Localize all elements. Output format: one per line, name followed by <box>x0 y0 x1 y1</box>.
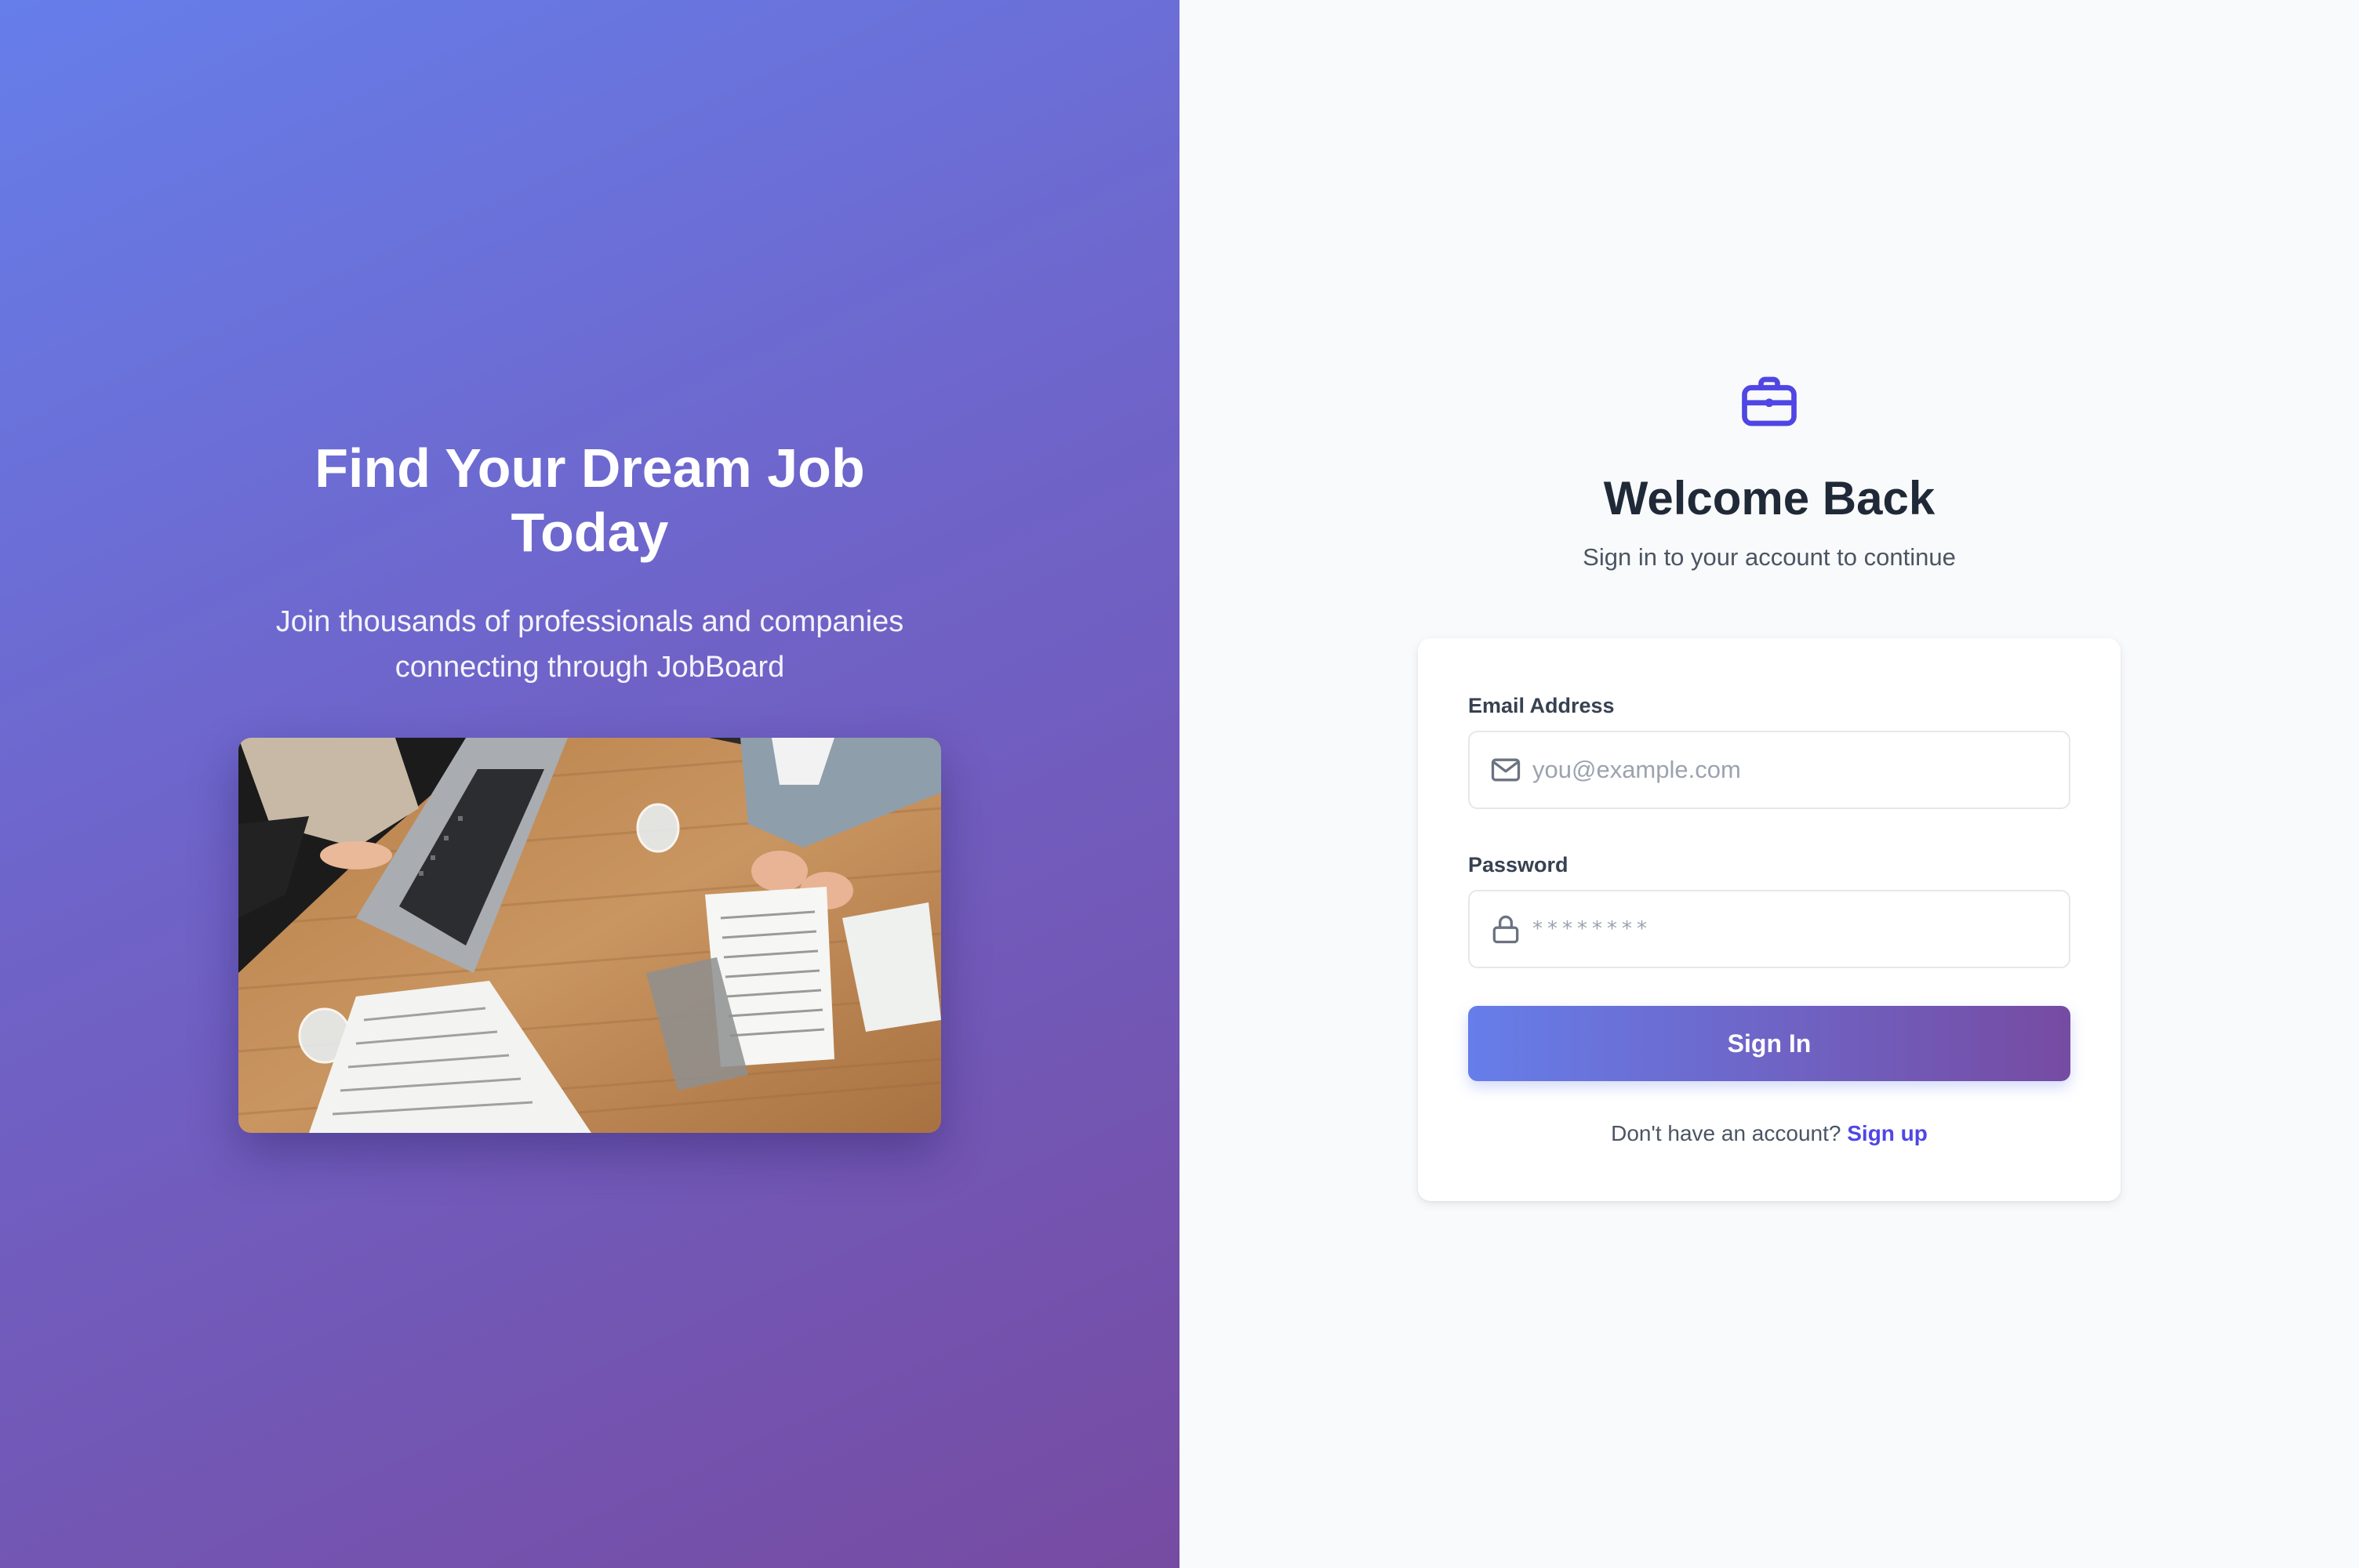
hero-subtitle: Join thousands of professionals and comp… <box>275 605 904 684</box>
login-page: Find Your Dream Job Today Join thousands… <box>0 0 2359 1568</box>
hero-image <box>238 738 941 1133</box>
hero-panel: Find Your Dream Job Today Join thousands… <box>0 0 1180 1568</box>
signup-prompt-text: Don't have an account? <box>1611 1121 1841 1145</box>
email-input[interactable] <box>1532 746 2069 793</box>
sign-up-link[interactable]: Sign up <box>1847 1121 1928 1145</box>
signup-prompt: Don't have an account? Sign up <box>1418 1118 2121 1149</box>
password-placeholder[interactable]: ******** <box>1532 917 1652 941</box>
office-meeting-photo <box>238 738 941 1133</box>
email-label: Email Address <box>1468 694 1615 717</box>
page-title: Welcome Back <box>1603 472 1936 524</box>
briefcase-icon <box>1736 368 1802 434</box>
page-subtitle: Sign in to your account to continue <box>1583 543 1956 571</box>
email-field[interactable] <box>1468 731 2070 809</box>
login-form: Email Address Password <box>1418 638 2121 1201</box>
password-field[interactable]: ******** <box>1468 890 2070 968</box>
password-label: Password <box>1468 853 1568 877</box>
hero-title: Find Your Dream Job Today <box>314 437 865 563</box>
auth-panel: Welcome Back Sign in to your account to … <box>1180 0 2359 1568</box>
sign-in-button[interactable]: Sign In <box>1468 1006 2070 1081</box>
mail-icon <box>1488 753 1523 787</box>
lock-icon <box>1488 912 1523 946</box>
